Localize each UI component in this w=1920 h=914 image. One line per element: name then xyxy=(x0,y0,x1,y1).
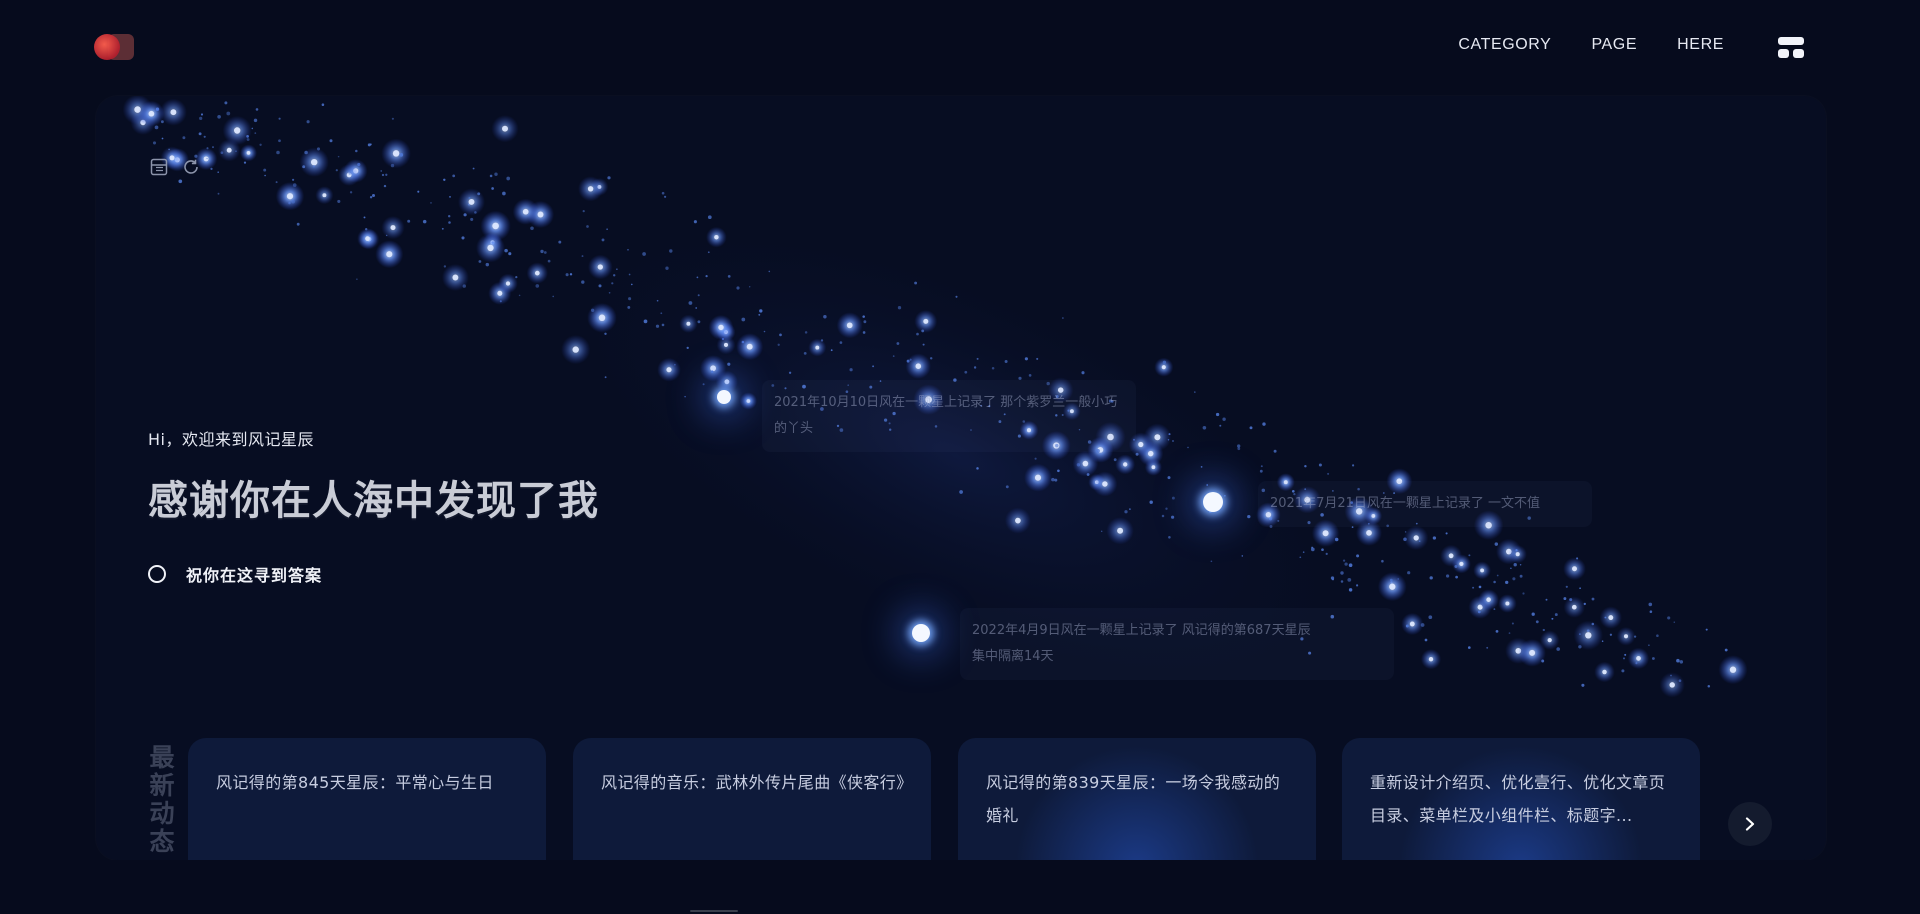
latest-card[interactable]: 风记得的第839天星辰：一场令我感动的婚礼 xyxy=(958,738,1316,868)
star-note: 2022年4月9日风在一颗星上记录了 风记得的第687天星辰 集中隔离14天 xyxy=(960,608,1394,680)
hero-headline: 感谢你在人海中发现了我 xyxy=(148,478,599,524)
latest-card[interactable]: 重新设计介绍页、优化壹行、优化文章页目录、菜单栏及小组件栏、标题字... xyxy=(1342,738,1700,868)
next-button[interactable] xyxy=(1728,802,1772,846)
highlight-star[interactable] xyxy=(912,624,930,642)
star-note-line: 集中隔离14天 xyxy=(972,649,1054,664)
site-logo[interactable] xyxy=(94,32,136,62)
circle-icon xyxy=(148,565,166,583)
highlight-star[interactable] xyxy=(717,390,731,404)
nav-here[interactable]: HERE xyxy=(1677,36,1724,54)
page: CATEGORY PAGE HERE Hi，欢迎来到风记星辰 感谢你在人海中发现… xyxy=(0,0,1920,914)
scroll-indicator[interactable] xyxy=(690,910,738,912)
refresh-icon[interactable] xyxy=(182,158,200,176)
page-footer-space xyxy=(0,860,1920,914)
highlight-star[interactable] xyxy=(1203,492,1223,512)
answer-link[interactable]: 祝你在这寻到答案 xyxy=(148,562,322,586)
latest-card[interactable]: 风记得的音乐：武林外传片尾曲《侠客行》 xyxy=(573,738,931,868)
card-title: 风记得的音乐：武林外传片尾曲《侠客行》 xyxy=(601,773,905,792)
card-title: 风记得的第839天星辰：一场令我感动的婚礼 xyxy=(986,773,1281,825)
card-title: 风记得的第845天星辰：平常心与生日 xyxy=(216,773,494,792)
star-note: 2021年10月10日风在一颗星上记录了 那个紫罗兰一般小巧的丫头 xyxy=(762,380,1136,452)
chevron-right-icon xyxy=(1745,817,1755,831)
star-note: 2021年7月21日风在一颗星上记录了 一文不值 xyxy=(1258,481,1592,527)
hero-greeting: Hi，欢迎来到风记星辰 xyxy=(148,430,314,449)
latest-card[interactable]: 风记得的第845天星辰：平常心与生日 xyxy=(188,738,546,868)
nav-category[interactable]: CATEGORY xyxy=(1458,36,1551,54)
layout-icon[interactable] xyxy=(150,158,168,176)
answer-label: 祝你在这寻到答案 xyxy=(186,566,323,585)
nav-page[interactable]: PAGE xyxy=(1591,36,1637,54)
menu-icon[interactable] xyxy=(1778,37,1804,59)
star-note-line: 2022年4月9日风在一颗星上记录了 风记得的第687天星辰 xyxy=(972,623,1311,638)
latest-title: 最 新 动 态 xyxy=(149,743,175,856)
card-title: 重新设计介绍页、优化壹行、优化文章页目录、菜单栏及小组件栏、标题字... xyxy=(1370,773,1666,825)
main-nav: CATEGORY PAGE HERE xyxy=(1418,36,1724,54)
hero-tools xyxy=(150,158,200,176)
